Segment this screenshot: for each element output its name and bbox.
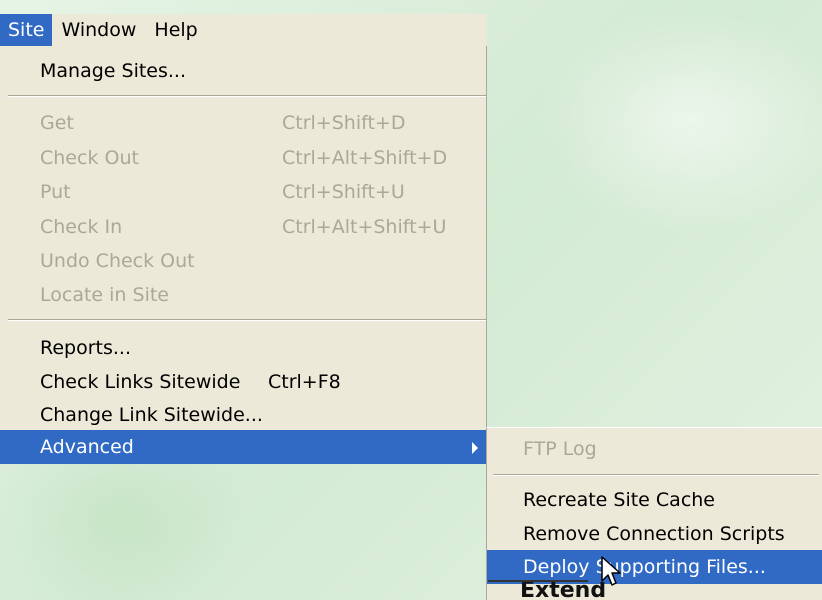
menu-item-check-links-sitewide[interactable]: Check Links Sitewide Ctrl+F8: [0, 365, 486, 399]
submenu-item-label: FTP Log: [523, 438, 597, 460]
menu-item-undo-check-out[interactable]: Undo Check Out: [0, 244, 486, 278]
submenu-item-remove-connection-scripts[interactable]: Remove Connection Scripts: [487, 517, 822, 551]
menu-separator: [493, 474, 819, 476]
menu-item-label: Put: [40, 181, 71, 203]
menu-item-advanced[interactable]: Advanced: [0, 430, 486, 464]
background-heading: Extend: [520, 582, 607, 600]
menu-separator: [8, 95, 486, 97]
menu-window[interactable]: Window: [52, 14, 145, 46]
menu-item-put[interactable]: Put Ctrl+Shift+U: [0, 175, 486, 209]
menu-item-label: Reports...: [40, 337, 132, 359]
mouse-pointer-icon: [601, 556, 621, 586]
menu-item-label: Change Link Sitewide...: [40, 404, 263, 426]
menu-item-reports[interactable]: Reports...: [0, 331, 486, 365]
submenu-item-label: Remove Connection Scripts: [523, 523, 785, 545]
menu-item-check-out[interactable]: Check Out Ctrl+Alt+Shift+D: [0, 141, 486, 175]
submenu-item-deploy-supporting-files[interactable]: Deploy Supporting Files...: [487, 550, 822, 584]
menu-separator: [8, 319, 486, 321]
menu-item-shortcut: Ctrl+Shift+U: [282, 181, 405, 203]
menu-item-label: Check Out: [40, 147, 139, 169]
menu-item-check-in[interactable]: Check In Ctrl+Alt+Shift+U: [0, 210, 486, 244]
submenu-item-ftp-log[interactable]: FTP Log: [487, 432, 822, 466]
menu-item-label: Locate in Site: [40, 284, 169, 306]
menu-item-label: Check Links Sitewide: [40, 371, 241, 393]
menu-item-shortcut: Ctrl+Shift+D: [282, 112, 406, 134]
chevron-right-icon: [472, 442, 478, 454]
submenu-item-label: Deploy Supporting Files...: [523, 556, 766, 578]
menu-item-label: Manage Sites...: [40, 60, 187, 82]
menu-item-manage-sites[interactable]: Manage Sites...: [0, 54, 486, 88]
menu-bar: Site Window Help: [0, 14, 487, 46]
site-menu-dropdown: Manage Sites... Get Ctrl+Shift+D Check O…: [0, 46, 487, 464]
menu-item-shortcut: Ctrl+F8: [268, 371, 341, 393]
menu-item-shortcut: Ctrl+Alt+Shift+D: [282, 147, 448, 169]
menu-help[interactable]: Help: [145, 14, 206, 46]
menu-item-locate-in-site[interactable]: Locate in Site: [0, 278, 486, 312]
menu-site[interactable]: Site: [0, 14, 53, 46]
advanced-submenu: FTP Log Recreate Site Cache Remove Conne…: [486, 427, 822, 600]
submenu-item-label: Recreate Site Cache: [523, 489, 715, 511]
menu-item-label: Advanced: [40, 436, 134, 458]
menu-item-change-link-sitewide[interactable]: Change Link Sitewide...: [0, 398, 486, 432]
menu-item-label: Get: [40, 112, 74, 134]
submenu-item-recreate-site-cache[interactable]: Recreate Site Cache: [487, 483, 822, 517]
menu-item-label: Undo Check Out: [40, 250, 195, 272]
menu-item-shortcut: Ctrl+Alt+Shift+U: [282, 216, 447, 238]
menu-item-get[interactable]: Get Ctrl+Shift+D: [0, 106, 486, 140]
menu-item-label: Check In: [40, 216, 123, 238]
